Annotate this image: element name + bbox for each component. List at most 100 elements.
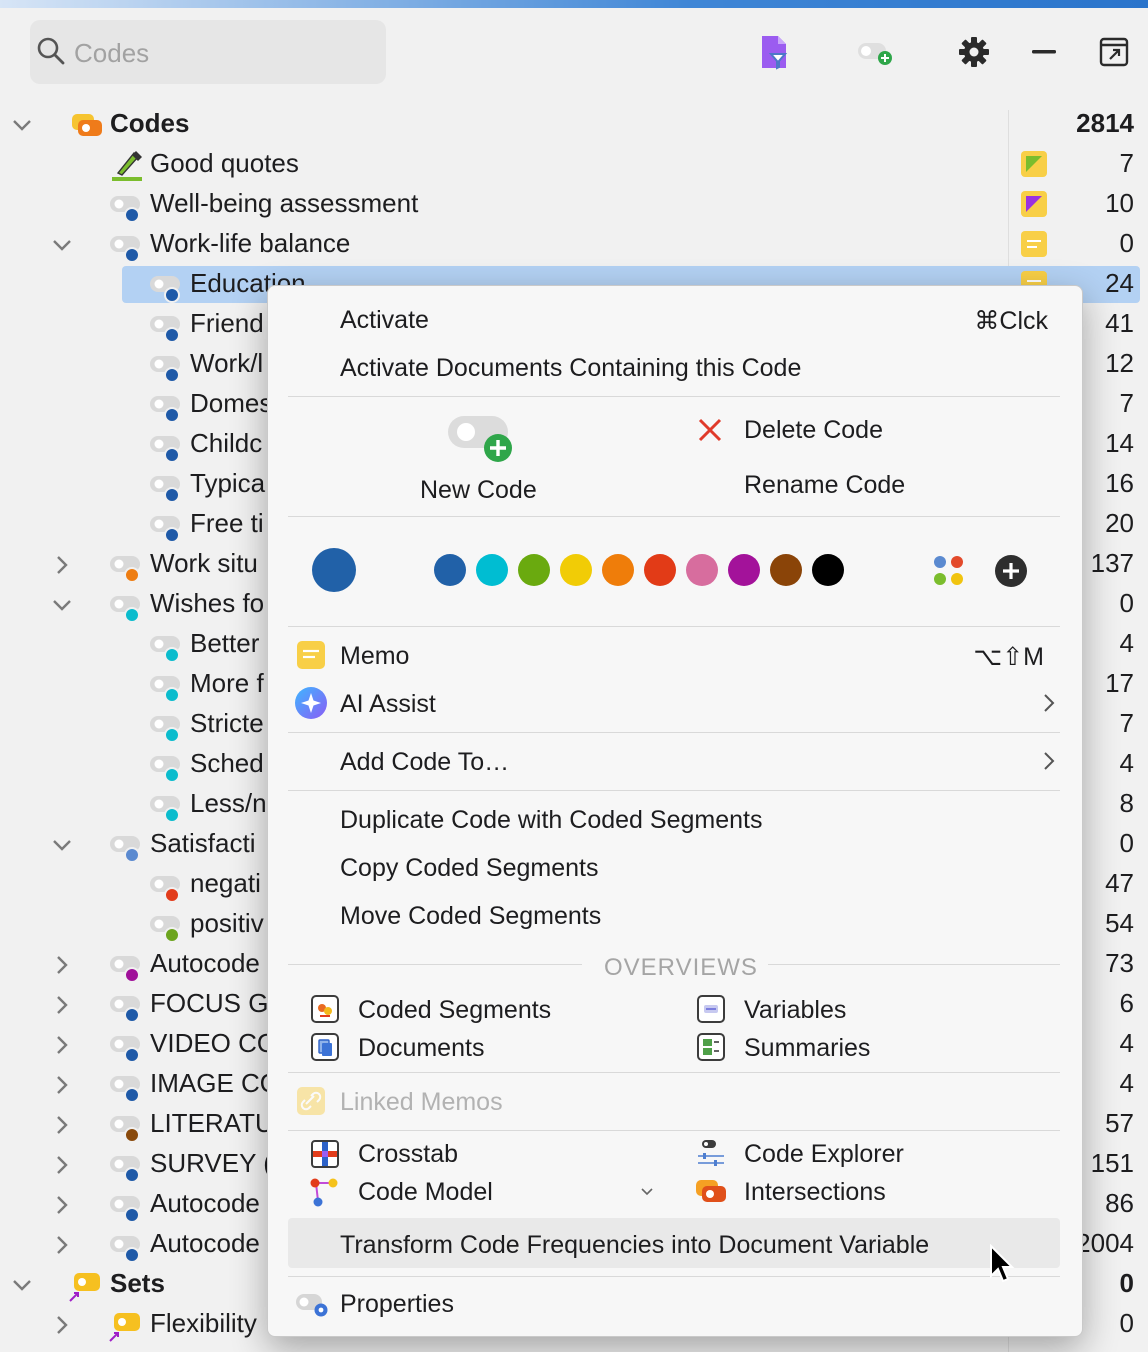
menu-duplicate-code[interactable]: Duplicate Code with Coded Segments: [340, 806, 762, 835]
tree-item-count: 137: [1090, 548, 1134, 578]
color-swatch[interactable]: [728, 554, 760, 586]
menu-activate[interactable]: Activate: [340, 306, 429, 335]
search-box[interactable]: [30, 20, 386, 84]
tree-item-label: Work/l: [190, 348, 264, 378]
chevron-down-icon[interactable]: [50, 833, 74, 857]
add-color-icon[interactable]: [994, 554, 1028, 593]
search-input[interactable]: [72, 34, 376, 72]
code-icon: [150, 514, 184, 549]
code-explorer-icon: [696, 1138, 726, 1173]
tree-root-codes[interactable]: Codes 2814: [0, 105, 1148, 145]
tree-item-label: negati: [190, 868, 261, 898]
chevron-right-icon[interactable]: [50, 993, 74, 1017]
menu-summaries[interactable]: Summaries: [744, 1034, 870, 1063]
tree-item-count: 12: [1105, 348, 1134, 378]
menu-intersections[interactable]: Intersections: [744, 1178, 886, 1207]
menu-transform-frequencies[interactable]: Transform Code Frequencies into Document…: [340, 1231, 929, 1260]
color-swatch[interactable]: [770, 554, 802, 586]
memo-icon[interactable]: [1020, 190, 1048, 218]
menu-variables[interactable]: Variables: [744, 996, 846, 1025]
chevron-right-icon[interactable]: [50, 1073, 74, 1097]
new-code-button[interactable]: New Code: [398, 410, 568, 506]
chevron-right-icon[interactable]: [50, 953, 74, 977]
code-icon: [150, 874, 184, 909]
tree-item-count: 2004: [1076, 1228, 1134, 1258]
code-icon: [110, 594, 144, 629]
tree-root-count: 2814: [1076, 108, 1134, 138]
menu-rename-code[interactable]: Rename Code: [744, 471, 905, 500]
chevron-right-icon[interactable]: [50, 1113, 74, 1137]
tree-item-count: 4: [1119, 748, 1134, 778]
menu-code-model[interactable]: Code Model: [358, 1178, 493, 1207]
menu-activate-documents[interactable]: Activate Documents Containing this Code: [340, 354, 801, 383]
code-icon: [110, 194, 144, 229]
tree-item-count: 17: [1105, 668, 1134, 698]
menu-separator: [288, 516, 1060, 517]
memo-icon[interactable]: [1020, 150, 1048, 178]
tree-row[interactable]: Work-life balance 0: [0, 225, 1148, 265]
color-picker-icon[interactable]: [932, 554, 966, 593]
chevron-right-icon[interactable]: [50, 1233, 74, 1257]
color-swatch[interactable]: [560, 554, 592, 586]
menu-ai-assist[interactable]: AI Assist: [340, 690, 436, 719]
tree-item-count: 73: [1105, 948, 1134, 978]
intersections-icon: [694, 1176, 728, 1213]
tree-row[interactable]: Good quotes 7: [0, 145, 1148, 185]
tree-item-count: 14: [1105, 428, 1134, 458]
color-swatch[interactable]: [686, 554, 718, 586]
menu-move-coded-segments[interactable]: Move Coded Segments: [340, 902, 601, 931]
chevron-down-icon[interactable]: [50, 233, 74, 257]
chevron-right-icon[interactable]: [50, 1033, 74, 1057]
new-code-icon[interactable]: [852, 30, 896, 74]
tree-item-label: Less/n: [190, 788, 267, 818]
chevron-right-icon: [1042, 692, 1056, 719]
menu-separator: [288, 626, 1060, 627]
tree-item-count: 4: [1119, 1028, 1134, 1058]
set-icon: [108, 1311, 144, 1348]
crosstab-icon: [310, 1139, 340, 1174]
popout-icon[interactable]: [1092, 30, 1136, 74]
memo-icon[interactable]: [1020, 230, 1048, 258]
chevron-right-icon[interactable]: [50, 1313, 74, 1337]
ai-assist-icon: [294, 686, 328, 725]
code-icon: [150, 274, 184, 309]
color-swatch[interactable]: [602, 554, 634, 586]
chevron-down-icon[interactable]: [10, 1273, 34, 1297]
color-swatch[interactable]: [812, 554, 844, 586]
chevron-down-icon[interactable]: [10, 113, 34, 137]
chevron-right-icon[interactable]: [50, 1153, 74, 1177]
tree-item-label: VIDEO CO: [150, 1028, 278, 1058]
gear-icon[interactable]: [952, 30, 996, 74]
tree-item-count: 7: [1119, 148, 1134, 178]
menu-separator: [288, 790, 1060, 791]
chevron-right-icon[interactable]: [50, 1193, 74, 1217]
tree-item-label: FOCUS G: [150, 988, 269, 1018]
chevron-down-icon[interactable]: [50, 593, 74, 617]
color-swatch[interactable]: [476, 554, 508, 586]
menu-documents[interactable]: Documents: [358, 1034, 484, 1063]
filter-doc-icon[interactable]: [752, 30, 796, 74]
menu-add-code-to[interactable]: Add Code To…: [340, 748, 509, 777]
menu-code-explorer[interactable]: Code Explorer: [744, 1140, 904, 1169]
tree-item-count: 41: [1105, 308, 1134, 338]
code-icon: [150, 754, 184, 789]
menu-properties[interactable]: Properties: [340, 1290, 454, 1319]
color-swatch[interactable]: [644, 554, 676, 586]
menu-crosstab[interactable]: Crosstab: [358, 1140, 458, 1169]
menu-separator: [768, 964, 1060, 965]
minimize-icon[interactable]: [1022, 30, 1066, 74]
code-icon: [150, 394, 184, 429]
menu-copy-coded-segments[interactable]: Copy Coded Segments: [340, 854, 598, 883]
tree-item-label: More f: [190, 668, 264, 698]
color-swatch[interactable]: [434, 554, 466, 586]
menu-delete-code[interactable]: Delete Code: [744, 416, 883, 445]
tree-item-count: 7: [1119, 708, 1134, 738]
menu-memo[interactable]: Memo: [340, 642, 409, 671]
menu-coded-segments[interactable]: Coded Segments: [358, 996, 551, 1025]
tree-item-count: 0: [1119, 1308, 1134, 1338]
code-icon: [110, 994, 144, 1029]
chevron-down-icon[interactable]: [640, 1184, 654, 1202]
color-swatch[interactable]: [518, 554, 550, 586]
chevron-right-icon[interactable]: [50, 553, 74, 577]
tree-row[interactable]: Well-being assessment 10: [0, 185, 1148, 225]
